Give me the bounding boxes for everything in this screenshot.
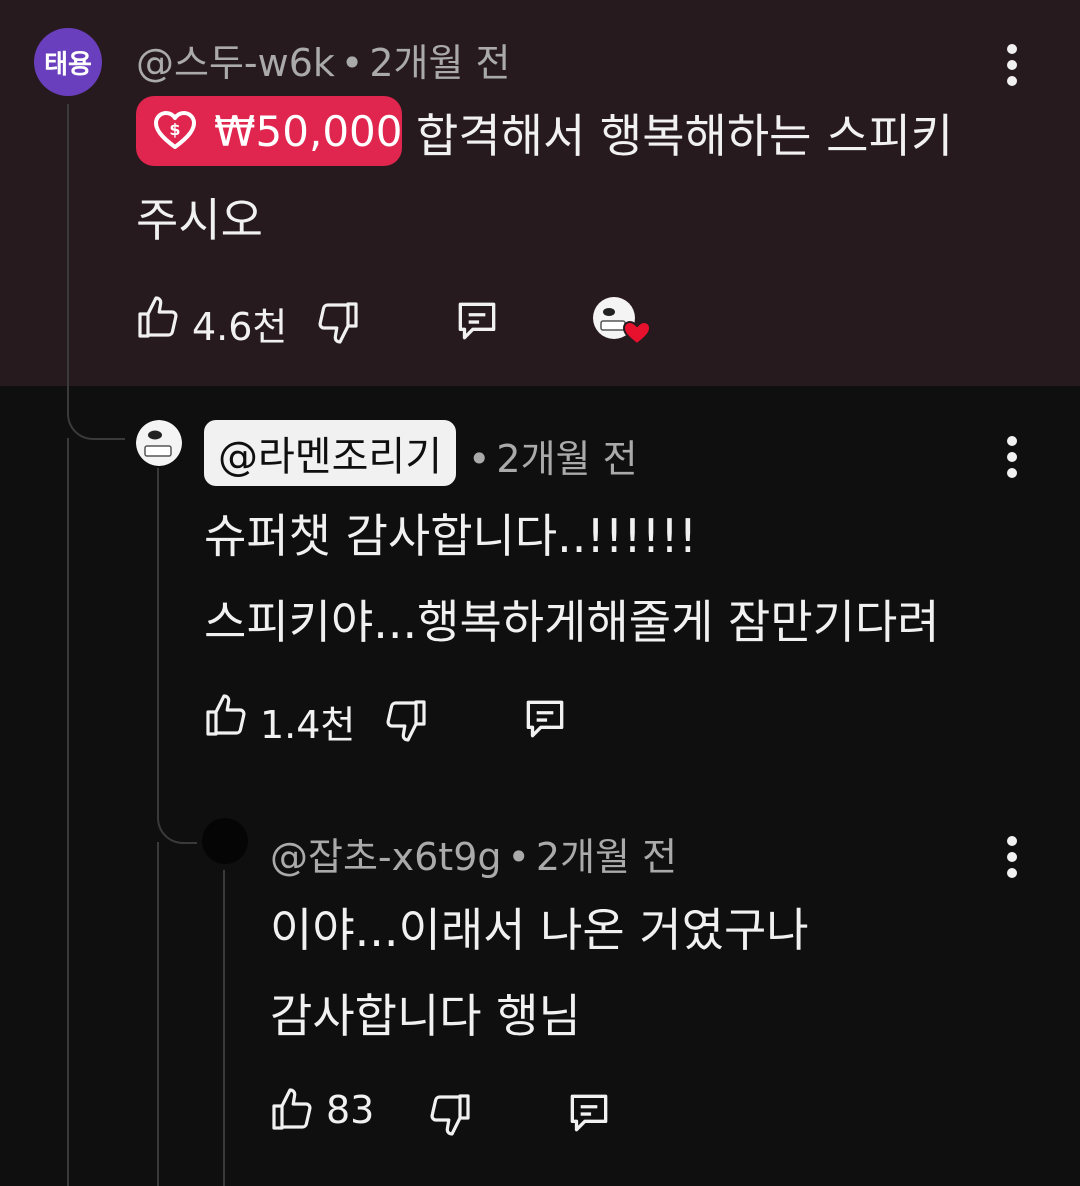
money-heart-icon: $ xyxy=(154,111,196,151)
author-handle[interactable]: @잡초-x6t9g xyxy=(270,835,502,879)
like-count: 4.6천 xyxy=(192,305,288,349)
reply-icon[interactable] xyxy=(452,296,502,346)
more-vert-icon[interactable] xyxy=(1006,436,1018,478)
meta-separator: • xyxy=(507,835,530,879)
comment-text: 감사합니다 행님 xyxy=(270,989,581,1043)
comment-time: 2개월 전 xyxy=(369,41,511,85)
svg-text:$: $ xyxy=(169,120,180,139)
comment-time: 2개월 전 xyxy=(535,835,678,879)
thread-connector xyxy=(157,784,197,844)
thread-line xyxy=(223,870,225,1186)
comment-text: 합격해서 행복해하는 스피키 xyxy=(416,109,954,163)
thread-connector xyxy=(67,380,125,440)
comment-text: 슈퍼챗 감사합니다..!!!!!! xyxy=(204,509,698,563)
thread-line xyxy=(157,468,159,788)
meta-separator: • xyxy=(340,41,364,85)
dislike-icon[interactable] xyxy=(426,1090,474,1138)
more-vert-icon[interactable] xyxy=(1006,836,1018,878)
like-count: 1.4천 xyxy=(260,703,356,747)
comment-text: 주시오 xyxy=(136,193,263,247)
meta-separator: • xyxy=(468,437,491,481)
comment-time: 2개월 전 xyxy=(496,437,638,481)
comment-text: 이야...이래서 나온 거였구나 xyxy=(270,903,809,957)
comment-meta: @스두-w6k • 2개월 전 xyxy=(136,32,510,87)
superchat-badge: $ ₩50,000 xyxy=(136,96,403,166)
avatar[interactable]: 태용 xyxy=(34,28,102,96)
like-count: 83 xyxy=(326,1088,375,1132)
thread-line xyxy=(67,438,69,1186)
author-handle-creator[interactable]: @라멘조리기 xyxy=(204,420,456,486)
author-handle[interactable]: @스두-w6k xyxy=(136,41,335,85)
like-icon[interactable] xyxy=(202,692,250,740)
reply-icon[interactable] xyxy=(564,1088,614,1138)
avatar[interactable] xyxy=(136,420,182,466)
thread-line xyxy=(67,104,69,404)
creator-heart-icon xyxy=(592,296,652,348)
like-icon[interactable] xyxy=(134,294,182,342)
like-icon[interactable] xyxy=(268,1086,316,1134)
dislike-icon[interactable] xyxy=(382,696,430,744)
avatar[interactable] xyxy=(202,818,248,864)
reply-icon[interactable] xyxy=(520,694,570,744)
thread-line xyxy=(157,842,159,1186)
dislike-icon[interactable] xyxy=(314,298,362,346)
comment-meta: • 2개월 전 xyxy=(468,428,638,483)
superchat-amount: ₩50,000 xyxy=(214,106,403,156)
more-vert-icon[interactable] xyxy=(1006,44,1018,86)
comment-meta: @잡초-x6t9g • 2개월 전 xyxy=(270,826,677,881)
comment-text: 스피키야...행복하게해줄게 잠만기다려 xyxy=(204,595,940,649)
